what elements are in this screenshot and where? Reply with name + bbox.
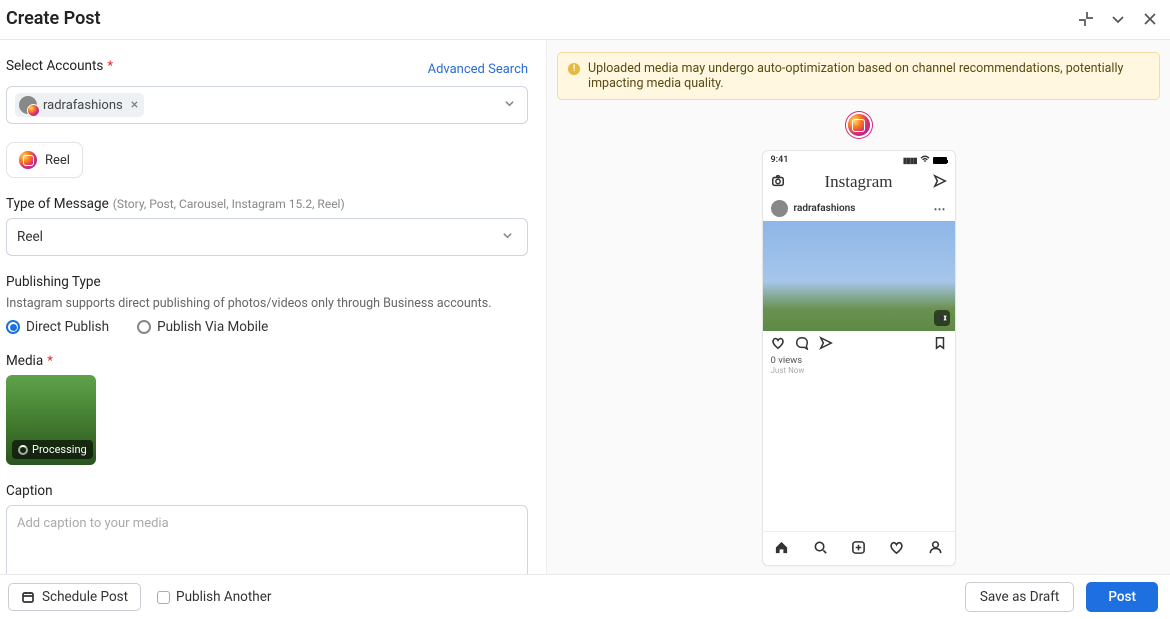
caption-input[interactable]: Add caption to your media Insert 2200 [6, 505, 528, 574]
preview-footer [557, 566, 1160, 574]
account-avatar [19, 96, 37, 114]
footer-right: Save as Draft Post [965, 582, 1158, 612]
caption-placeholder: Add caption to your media [17, 516, 517, 531]
remove-account-icon[interactable]: × [131, 98, 138, 112]
publishing-radios: Direct Publish Publish Via Mobile [6, 319, 528, 335]
status-time: 9:41 [771, 155, 789, 166]
activity-icon [889, 540, 904, 558]
advanced-search-link[interactable]: Advanced Search [428, 62, 528, 77]
radio-publish-via-mobile[interactable]: Publish Via Mobile [137, 319, 268, 335]
signal-icon: ▮▮▮▮ [903, 156, 917, 165]
radio-dot [6, 320, 20, 334]
accounts-input[interactable]: radrafashions × [6, 86, 528, 124]
minimize-icon[interactable] [1078, 11, 1094, 27]
warning-icon: ! [568, 63, 580, 75]
footer-left: Schedule Post Publish Another [8, 583, 271, 611]
chevron-down-icon [498, 230, 517, 245]
message-type-section: Type of Message (Story, Post, Carousel, … [6, 196, 528, 256]
more-icon: ⋯ [934, 202, 947, 216]
send-icon [933, 174, 947, 191]
close-icon[interactable] [1142, 11, 1158, 27]
share-icon [819, 336, 833, 353]
message-type-hint: (Story, Post, Carousel, Instagram 15.2, … [113, 197, 345, 211]
processing-badge: Processing [12, 440, 93, 459]
bookmark-icon [933, 336, 947, 353]
battery-icon [933, 157, 947, 164]
account-chip-name: radrafashions [43, 98, 123, 113]
instagram-icon [19, 151, 37, 169]
alert-text: Uploaded media may undergo auto-optimiza… [588, 61, 1149, 91]
save-draft-button[interactable]: Save as Draft [965, 582, 1075, 612]
spinner-icon [18, 445, 28, 455]
media-thumbnail[interactable]: Processing [6, 375, 96, 465]
camera-icon [771, 174, 785, 191]
home-icon [774, 540, 789, 558]
caption-section: Caption Add caption to your media Insert… [6, 483, 528, 574]
header-bar: Create Post [0, 0, 1170, 40]
main-split: Select Accounts * Advanced Search radraf… [0, 40, 1170, 574]
reel-card-label: Reel [45, 153, 70, 168]
post-time: Just Now [771, 366, 947, 375]
ig-user-row: radrafashions ⋯ [763, 196, 955, 221]
select-accounts-label: Select Accounts * [6, 58, 113, 74]
ig-header: Instagram [763, 170, 955, 196]
search-icon [813, 540, 828, 558]
heart-icon [771, 336, 785, 353]
profile-icon [928, 540, 943, 558]
message-type-label: Type of Message (Story, Post, Carousel, … [6, 196, 528, 212]
reel-channel-card[interactable]: Reel [6, 142, 83, 178]
media-label: Media * [6, 353, 528, 369]
preview-channel-icon[interactable] [848, 114, 870, 136]
post-button[interactable]: Post [1086, 582, 1158, 612]
preview-username: radrafashions [794, 203, 856, 214]
account-chip: radrafashions × [15, 93, 144, 117]
channel-badge-row: Reel [6, 142, 528, 178]
radio-dot [137, 320, 151, 334]
page-title: Create Post [6, 8, 101, 29]
message-type-value: Reel [17, 229, 43, 245]
optimization-alert: ! Uploaded media may undergo auto-optimi… [557, 52, 1160, 100]
post-meta: 0 views Just Now [763, 355, 955, 375]
preview-wrap: 9:41 ▮▮▮▮ Instagram [557, 114, 1160, 566]
radio-direct-publish[interactable]: Direct Publish [6, 319, 109, 335]
instagram-logo: Instagram [825, 172, 893, 192]
chevron-down-icon[interactable] [500, 98, 519, 113]
collapse-icon[interactable] [1110, 11, 1126, 27]
checkbox-box [157, 591, 170, 604]
wifi-icon [920, 155, 930, 166]
mute-icon [934, 310, 950, 326]
compose-panel: Select Accounts * Advanced Search radraf… [0, 40, 547, 574]
action-row [763, 331, 955, 355]
caption-label: Caption [6, 483, 528, 499]
message-type-select[interactable]: Reel [6, 218, 528, 256]
preview-panel: ! Uploaded media may undergo auto-optimi… [547, 40, 1170, 574]
select-accounts-section: Select Accounts * Advanced Search radraf… [6, 58, 528, 124]
add-icon [851, 540, 866, 558]
publishing-type-label: Publishing Type [6, 274, 528, 290]
feed-media [763, 221, 955, 331]
required-marker: * [107, 60, 113, 73]
schedule-post-button[interactable]: Schedule Post [8, 583, 141, 611]
phone-preview: 9:41 ▮▮▮▮ Instagram [762, 150, 956, 566]
publishing-type-desc: Instagram supports direct publishing of … [6, 296, 528, 311]
views-count: 0 views [771, 355, 947, 366]
header-actions [1078, 11, 1158, 27]
status-icons: ▮▮▮▮ [903, 155, 947, 166]
publish-another-checkbox[interactable]: Publish Another [157, 589, 271, 605]
user-avatar [771, 200, 788, 217]
publishing-type-section: Publishing Type Instagram supports direc… [6, 274, 528, 335]
footer-bar: Schedule Post Publish Another Save as Dr… [0, 574, 1170, 619]
required-marker: * [47, 355, 53, 368]
comment-icon [795, 336, 809, 353]
status-bar: 9:41 ▮▮▮▮ [763, 151, 955, 170]
ig-nav-bar [763, 531, 955, 565]
media-section: Media * Processing [6, 353, 528, 465]
